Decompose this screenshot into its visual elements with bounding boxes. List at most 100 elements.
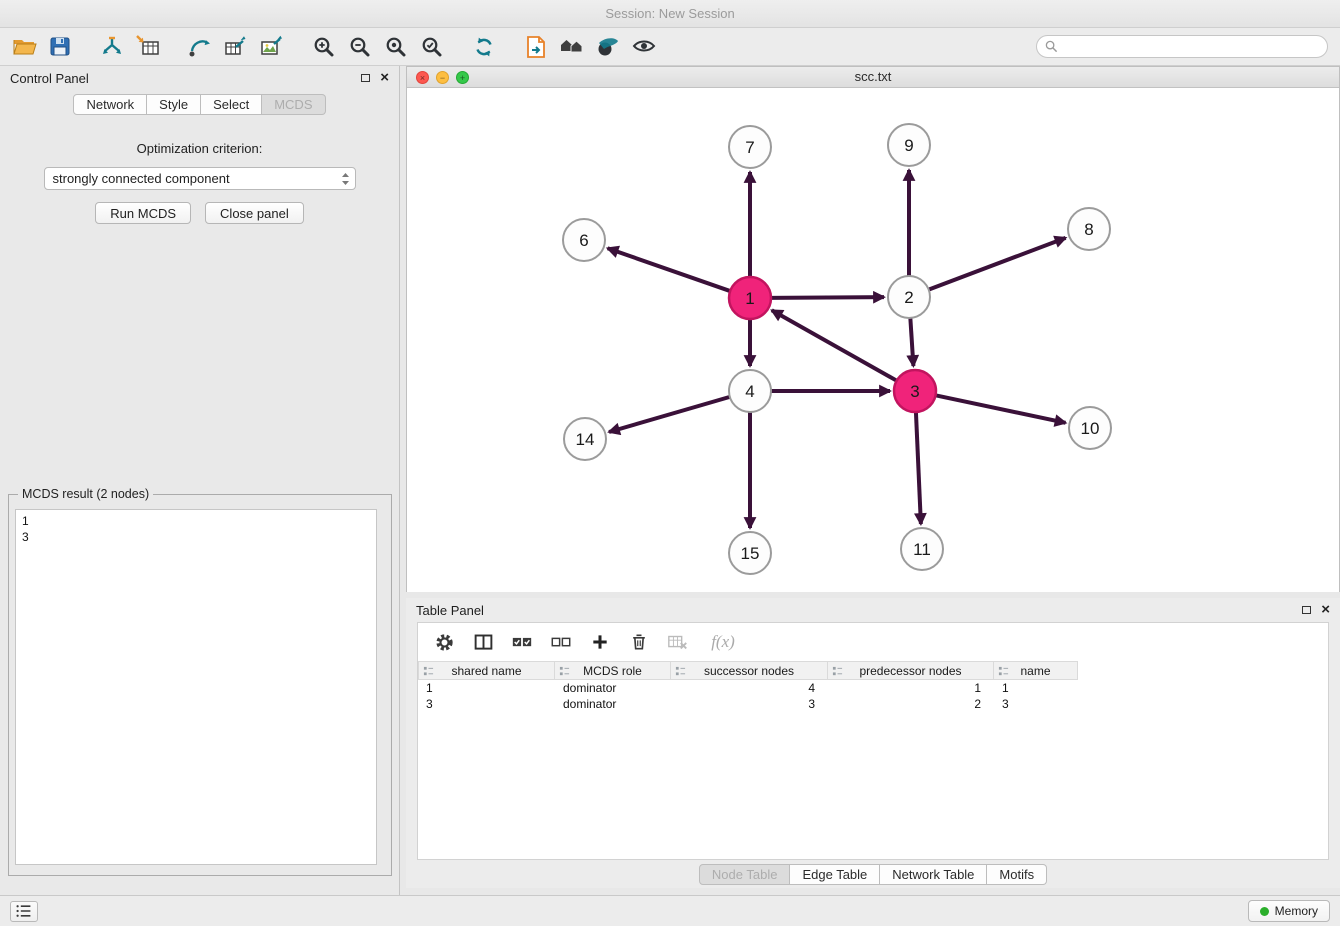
optimization-dropdown[interactable]: strongly connected component	[44, 167, 356, 190]
table-panel-title: Table Panel	[416, 603, 484, 618]
graph-node-15[interactable]: 15	[729, 532, 771, 574]
tab-motifs[interactable]: Motifs	[987, 864, 1047, 885]
task-history-button[interactable]	[10, 901, 38, 922]
graph-node-9[interactable]: 9	[888, 124, 930, 166]
sort-icon	[559, 666, 570, 677]
zoom-fit-button[interactable]	[378, 31, 414, 63]
export-network-button[interactable]	[182, 31, 218, 63]
graph-node-2[interactable]: 2	[888, 276, 930, 318]
tab-network-table[interactable]: Network Table	[880, 864, 987, 885]
window-title: Session: New Session	[605, 6, 734, 21]
zoom-out-button[interactable]	[342, 31, 378, 63]
graph-node-6[interactable]: 6	[563, 219, 605, 261]
unchecked-boxes-icon	[550, 634, 572, 651]
tab-edge-table[interactable]: Edge Table	[790, 864, 880, 885]
graph-node-1[interactable]: 1	[729, 277, 771, 319]
window-titlebar[interactable]: Session: New Session	[0, 0, 1340, 28]
close-window-button[interactable]: ×	[416, 71, 429, 84]
column-header-successor-nodes[interactable]: successor nodes	[671, 661, 828, 680]
svg-text:2: 2	[904, 288, 913, 307]
tab-mcds[interactable]: MCDS	[262, 94, 325, 115]
table-panel: Table Panel ×	[406, 598, 1340, 888]
save-session-button[interactable]	[42, 31, 78, 63]
function-builder-button[interactable]: f(x)	[705, 630, 741, 654]
graph-node-8[interactable]: 8	[1068, 208, 1110, 250]
graph-edge-1-6[interactable]	[608, 248, 731, 291]
export-table-icon	[224, 35, 248, 59]
tab-node-table[interactable]: Node Table	[699, 864, 791, 885]
svg-text:8: 8	[1084, 220, 1093, 239]
close-panel-button[interactable]: Close panel	[205, 202, 304, 224]
paint-brush-icon	[596, 35, 620, 59]
gear-icon	[434, 632, 455, 653]
graph-edge-2-3[interactable]	[910, 318, 913, 366]
open-session-button[interactable]	[6, 31, 42, 63]
columns-icon	[473, 632, 494, 653]
apply-layout-button[interactable]	[466, 31, 502, 63]
apply-style-button[interactable]	[590, 31, 626, 63]
graph-node-10[interactable]: 10	[1069, 407, 1111, 449]
table-row[interactable]: 1dominator411	[418, 680, 1328, 696]
svg-text:9: 9	[904, 136, 913, 155]
table-row[interactable]: 3dominator323	[418, 696, 1328, 712]
graph-edge-3-11[interactable]	[916, 412, 921, 524]
graph-edge-3-10[interactable]	[936, 395, 1066, 422]
close-table-panel-icon[interactable]: ×	[1321, 603, 1330, 617]
network-canvas[interactable]: 7 9 6 8 1 2 4 3 14 10 15 11	[407, 88, 1339, 592]
search-input[interactable]	[1062, 40, 1319, 54]
sort-icon	[998, 666, 1009, 677]
close-panel-icon[interactable]: ×	[380, 71, 389, 85]
float-table-panel-icon[interactable]	[1302, 606, 1311, 614]
memory-button[interactable]: Memory	[1248, 900, 1330, 922]
import-network-button[interactable]	[94, 31, 130, 63]
graph-node-14[interactable]: 14	[564, 418, 606, 460]
float-panel-icon[interactable]	[361, 74, 370, 82]
clear-table-button[interactable]	[666, 630, 690, 654]
save-floppy-icon	[48, 35, 72, 59]
nested-networks-button[interactable]	[554, 31, 590, 63]
graph-node-11[interactable]: 11	[901, 528, 943, 570]
toggle-graphics-details-button[interactable]	[626, 31, 662, 63]
graph-node-7[interactable]: 7	[729, 126, 771, 168]
graph-edge-4-14[interactable]	[609, 397, 730, 432]
table-cell: 1	[828, 680, 994, 696]
checked-boxes-icon	[511, 634, 533, 651]
table-settings-button[interactable]	[432, 630, 456, 654]
network-window-titlebar[interactable]: × − + scc.txt	[407, 67, 1339, 88]
tab-style[interactable]: Style	[147, 94, 201, 115]
select-all-columns-button[interactable]	[510, 630, 534, 654]
column-header-MCDS-role[interactable]: MCDS role	[555, 661, 671, 680]
zoom-in-button[interactable]	[306, 31, 342, 63]
memory-label: Memory	[1275, 904, 1318, 918]
mcds-result-list[interactable]: 13	[15, 509, 377, 865]
column-header-shared-name[interactable]: shared name	[418, 661, 555, 680]
table-header-row: shared nameMCDS rolesuccessor nodesprede…	[418, 661, 1328, 680]
export-table-button[interactable]	[218, 31, 254, 63]
table-header-filler	[1078, 661, 1328, 680]
import-table-button[interactable]	[130, 31, 166, 63]
toolbar-search[interactable]	[1036, 35, 1328, 58]
document-actions-button[interactable]	[518, 31, 554, 63]
graph-edge-1-2[interactable]	[771, 297, 884, 298]
delete-column-button[interactable]	[627, 630, 651, 654]
graph-node-3[interactable]: 3	[894, 370, 936, 412]
zoom-selected-button[interactable]	[414, 31, 450, 63]
export-image-button[interactable]	[254, 31, 290, 63]
graph-edge-3-1[interactable]	[772, 310, 897, 380]
graph-edge-2-8[interactable]	[929, 238, 1066, 290]
graph-node-4[interactable]: 4	[729, 370, 771, 412]
zoom-window-button[interactable]: +	[456, 71, 469, 84]
dropdown-arrows-icon	[341, 172, 350, 186]
column-header-predecessor-nodes[interactable]: predecessor nodes	[828, 661, 994, 680]
unselect-all-columns-button[interactable]	[549, 630, 573, 654]
show-columns-button[interactable]	[471, 630, 495, 654]
create-column-button[interactable]	[588, 630, 612, 654]
document-share-icon	[524, 35, 548, 59]
tab-select[interactable]: Select	[201, 94, 262, 115]
table-cell: dominator	[555, 680, 671, 696]
status-bar: Memory	[0, 895, 1340, 926]
run-mcds-button[interactable]: Run MCDS	[95, 202, 191, 224]
minimize-window-button[interactable]: −	[436, 71, 449, 84]
tab-network[interactable]: Network	[73, 94, 147, 115]
column-header-name[interactable]: name	[994, 661, 1078, 680]
